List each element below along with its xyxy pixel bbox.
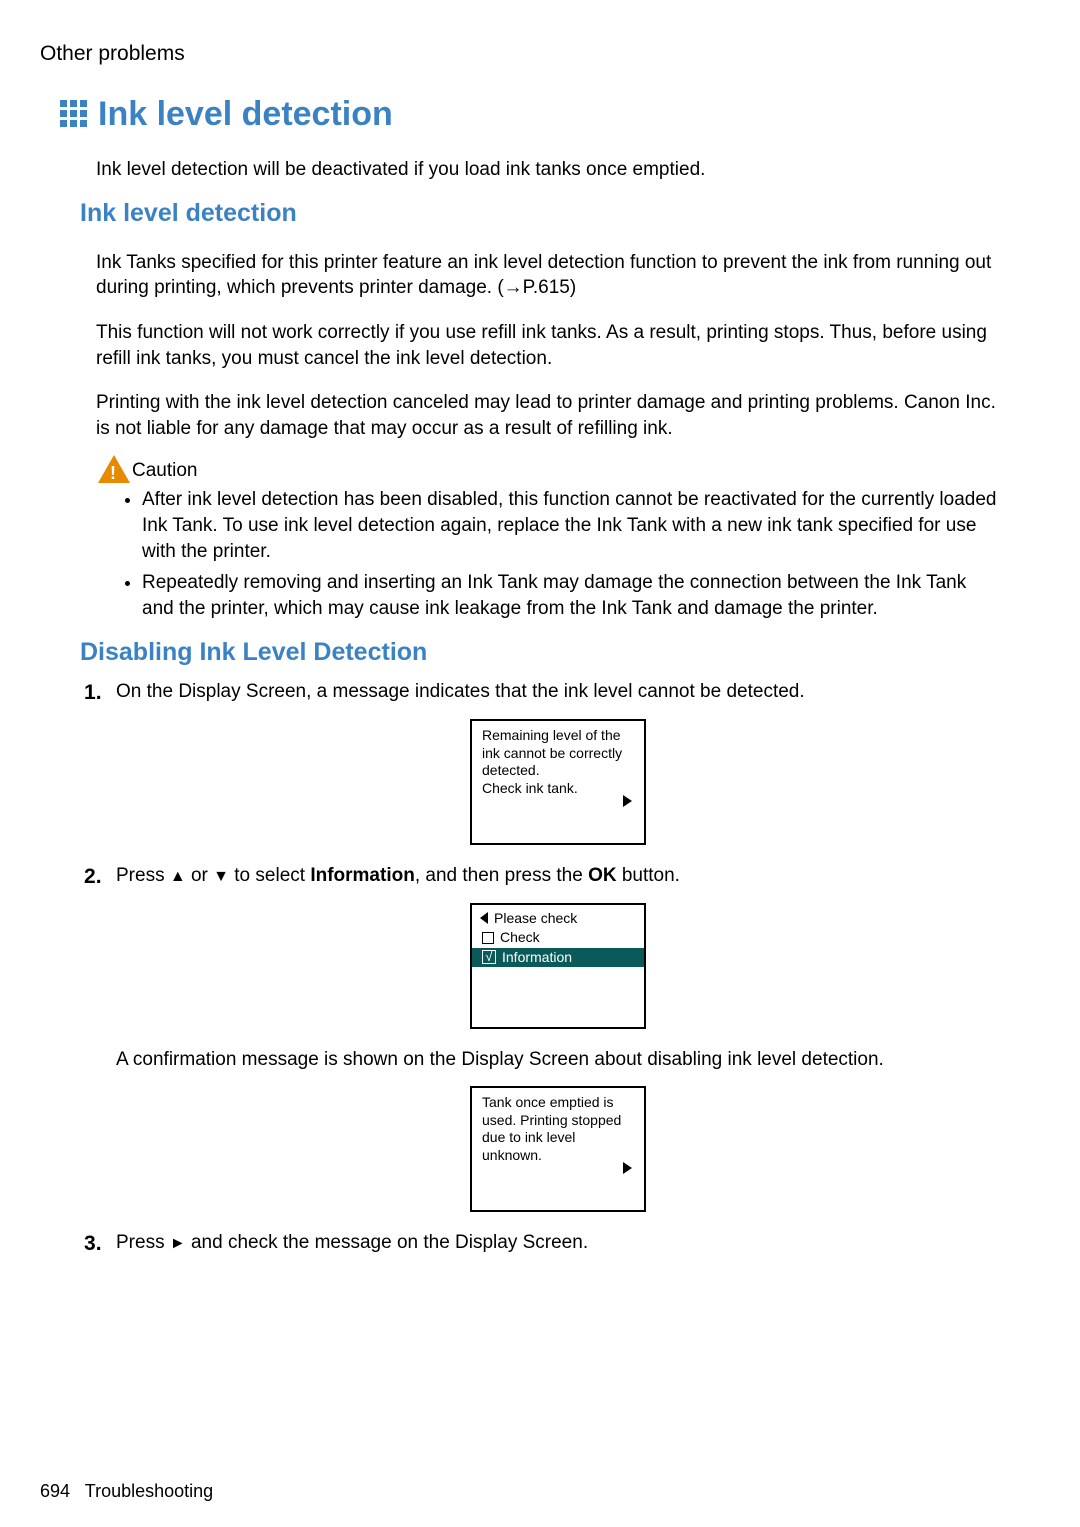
step1-text: On the Display Screen, a message indicat… bbox=[116, 681, 805, 702]
step2-after: A confirmation message is shown on the D… bbox=[116, 1047, 1000, 1073]
step2-bold-info: Information bbox=[310, 865, 415, 886]
arrow-up-icon: ▲ bbox=[170, 868, 186, 885]
section1-p3: Printing with the ink level detection ca… bbox=[96, 390, 1000, 441]
caution-item-2: Repeatedly removing and inserting an Ink… bbox=[142, 570, 1000, 621]
step2-mid3: , and then press the bbox=[415, 865, 588, 886]
caution-list: After ink level detection has been disab… bbox=[120, 487, 1000, 621]
menu-information-label: Information bbox=[502, 949, 572, 967]
section1-p2: This function will not work correctly if… bbox=[96, 320, 1000, 371]
menu-arrow-left-icon bbox=[480, 912, 488, 924]
steps-list: On the Display Screen, a message indicat… bbox=[84, 679, 1000, 1256]
footer-section: Troubleshooting bbox=[85, 1481, 213, 1501]
menu-root-icon: √ bbox=[482, 950, 496, 964]
menu-row-header: Please check bbox=[472, 909, 644, 929]
menu-check-label: Check bbox=[500, 929, 540, 947]
arrow-right-icon bbox=[623, 795, 632, 807]
arrow-down-icon: ▼ bbox=[213, 868, 229, 885]
step2-mid2: to select bbox=[229, 865, 310, 886]
page-title-row: Ink level detection bbox=[60, 92, 1040, 138]
menu-checkbox-icon bbox=[482, 932, 494, 944]
lcd-screen-2: Please check Check √ Information bbox=[470, 903, 646, 1029]
page-footer: 694 Troubleshooting bbox=[40, 1479, 213, 1503]
section1-p1: Ink Tanks specified for this printer fea… bbox=[96, 250, 1000, 301]
arrow-right-symbol-icon: ► bbox=[170, 1235, 186, 1252]
menu-header-label: Please check bbox=[494, 910, 577, 928]
section-heading-detection: Ink level detection bbox=[80, 197, 1040, 231]
caution-label: Caution bbox=[132, 458, 198, 484]
step-3: Press ► and check the message on the Dis… bbox=[84, 1230, 1000, 1256]
lcd-screen-3: Tank once emptied is used. Printing stop… bbox=[470, 1086, 646, 1212]
caution-icon bbox=[98, 455, 130, 483]
lcd-message-3: Tank once emptied is used. Printing stop… bbox=[482, 1094, 634, 1164]
lcd-screen-1: Remaining level of the ink cannot be cor… bbox=[470, 719, 646, 845]
step2-post: button. bbox=[617, 865, 680, 886]
intro-text: Ink level detection will be deactivated … bbox=[96, 157, 1000, 183]
menu-row-check: Check bbox=[472, 928, 644, 948]
step-1: On the Display Screen, a message indicat… bbox=[84, 679, 1000, 845]
menu-row-information: √ Information bbox=[472, 948, 644, 968]
step3-pre: Press bbox=[116, 1232, 170, 1253]
breadcrumb: Other problems bbox=[40, 40, 1040, 68]
caution-header: Caution bbox=[98, 455, 1040, 483]
page-title: Ink level detection bbox=[98, 92, 393, 138]
step3-post: and check the message on the Display Scr… bbox=[186, 1232, 588, 1253]
step2-bold-ok: OK bbox=[588, 865, 617, 886]
grid-dots-icon bbox=[60, 100, 90, 130]
page-number: 694 bbox=[40, 1481, 70, 1501]
section-heading-disable: Disabling Ink Level Detection bbox=[80, 636, 1040, 670]
step2-mid1: or bbox=[186, 865, 213, 886]
caution-item-1: After ink level detection has been disab… bbox=[142, 487, 1000, 564]
step2-pre: Press bbox=[116, 865, 170, 886]
arrow-right-icon-2 bbox=[623, 1162, 632, 1174]
step-2: Press ▲ or ▼ to select Information, and … bbox=[84, 863, 1000, 1212]
lcd-message-1: Remaining level of the ink cannot be cor… bbox=[482, 727, 634, 797]
